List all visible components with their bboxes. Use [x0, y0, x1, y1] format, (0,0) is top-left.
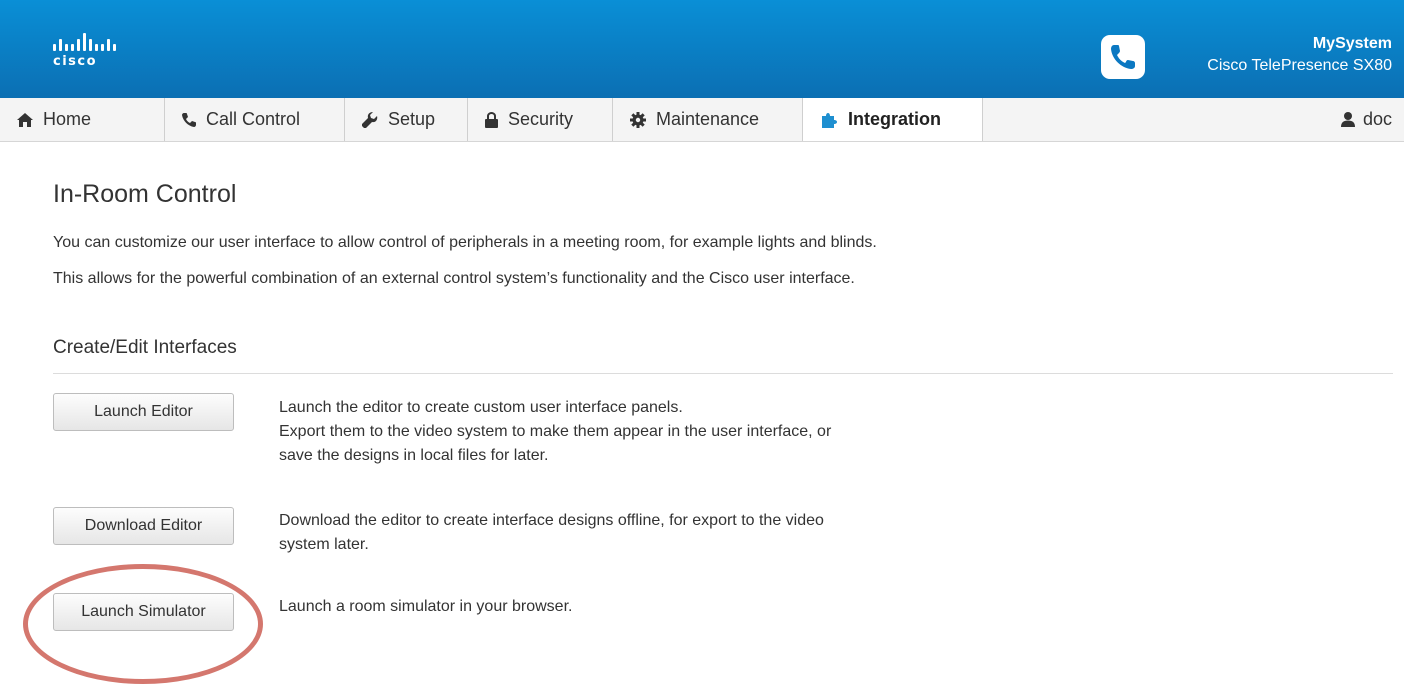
section-divider	[53, 373, 1393, 374]
launch-editor-description: Launch the editor to create custom user …	[279, 396, 831, 468]
cisco-logo-bars	[53, 33, 116, 51]
tab-call-control-label: Call Control	[206, 109, 301, 129]
intro-text-1: You can customize our user interface to …	[53, 234, 877, 251]
system-model: Cisco TelePresence SX80	[1207, 57, 1392, 74]
intro-text-2: This allows for the powerful combination…	[53, 270, 855, 287]
description-line: system later.	[279, 536, 369, 553]
download-editor-description: Download the editor to create interface …	[279, 509, 824, 557]
launch-simulator-button[interactable]: Launch Simulator	[53, 593, 234, 631]
tab-maintenance[interactable]: Maintenance	[613, 98, 803, 141]
phone-badge-icon	[1101, 35, 1145, 79]
wrench-icon	[362, 111, 378, 128]
top-header: cisco MySystem Cisco TelePresence SX80	[0, 0, 1404, 98]
description-line: Launch a room simulator in your browser.	[279, 598, 573, 615]
tab-home-label: Home	[43, 109, 92, 129]
cisco-wordmark: cisco	[53, 54, 98, 69]
tab-call-control[interactable]: Call Control	[165, 98, 345, 141]
description-line: save the designs in local files for late…	[279, 447, 549, 464]
main-nav: Home Call Control Setup Security Mainten…	[0, 98, 1404, 142]
description-line: Launch the editor to create custom user …	[279, 399, 683, 416]
tab-home[interactable]: Home	[0, 98, 165, 141]
launch-simulator-description: Launch a room simulator in your browser.	[279, 595, 572, 619]
description-line: Download the editor to create interface …	[279, 512, 824, 529]
tab-security-label: Security	[508, 109, 574, 129]
page-title: In-Room Control	[53, 180, 237, 208]
tab-setup-label: Setup	[388, 109, 436, 129]
tab-maintenance-label: Maintenance	[656, 109, 760, 129]
tab-integration[interactable]: Integration	[803, 98, 983, 141]
section-title: Create/Edit Interfaces	[53, 337, 237, 358]
download-editor-button[interactable]: Download Editor	[53, 507, 234, 545]
gear-icon	[630, 111, 646, 128]
system-name: MySystem	[1312, 35, 1392, 52]
cisco-logo: cisco	[53, 33, 116, 69]
user-icon	[1340, 112, 1355, 127]
puzzle-icon	[822, 112, 837, 128]
tab-integration-label: Integration	[848, 109, 941, 129]
tab-security[interactable]: Security	[468, 98, 613, 141]
user-name: doc	[1362, 109, 1392, 129]
phone-icon	[182, 112, 196, 127]
launch-editor-button[interactable]: Launch Editor	[53, 393, 234, 431]
user-menu[interactable]: doc	[1340, 98, 1392, 141]
lock-icon	[485, 111, 498, 128]
home-icon	[17, 112, 33, 127]
description-line: Export them to the video system to make …	[279, 423, 832, 440]
tab-setup[interactable]: Setup	[345, 98, 468, 141]
